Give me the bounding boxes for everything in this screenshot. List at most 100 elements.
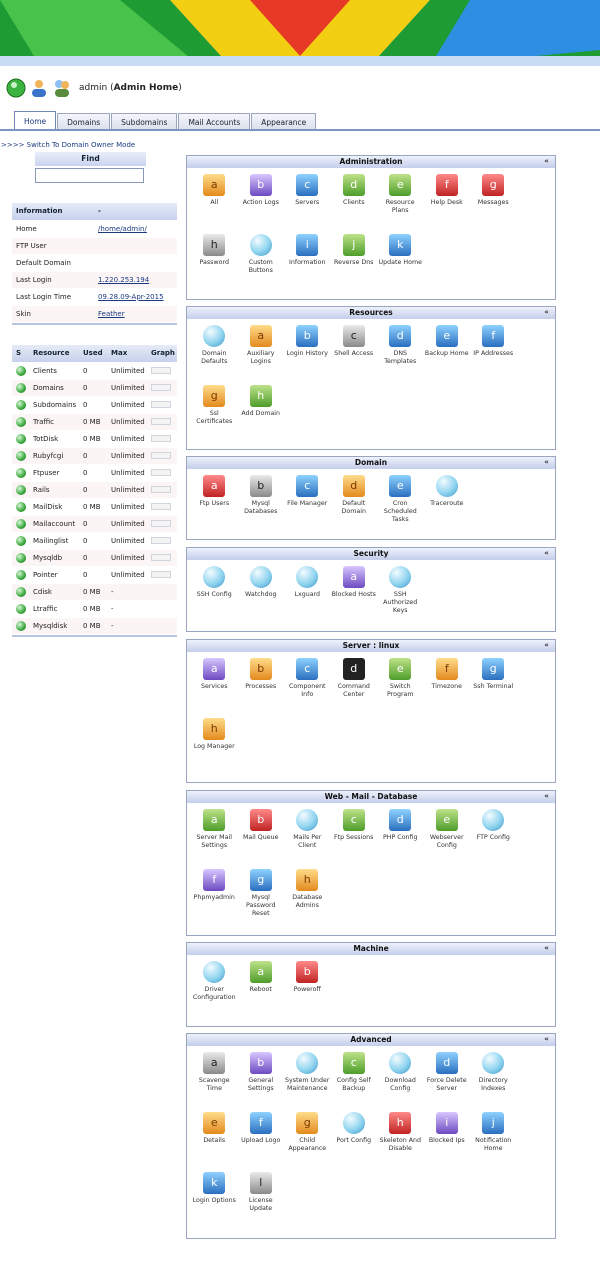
- info-value[interactable]: 09.28.09-Apr-2015: [94, 288, 177, 306]
- feature-services[interactable]: a Services: [191, 658, 238, 718]
- feature-clients[interactable]: d Clients: [331, 174, 378, 234]
- feature-all[interactable]: a All: [191, 174, 238, 234]
- feature-file-manager[interactable]: c File Manager: [284, 475, 331, 535]
- feature-ssh-terminal[interactable]: g Ssh Terminal: [470, 658, 517, 718]
- feature-help-desk[interactable]: f Help Desk: [424, 174, 471, 234]
- find-input[interactable]: [35, 168, 144, 183]
- feature-scavenge-time[interactable]: a Scavenge Time: [191, 1052, 238, 1112]
- switch-domain-owner-link[interactable]: >>>> Switch To Domain Owner Mode: [1, 141, 135, 149]
- feature-system-under-maintenance[interactable]: System Under Maintenance: [284, 1052, 331, 1112]
- feature-password[interactable]: h Password: [191, 234, 238, 294]
- feature-mails-per-client[interactable]: Mails Per Client: [284, 809, 331, 869]
- feature-backup-home[interactable]: e Backup Home: [424, 325, 471, 385]
- feature-driver-configuration[interactable]: Driver Configuration: [191, 961, 238, 1021]
- tab-home[interactable]: Home: [14, 111, 57, 131]
- collapse-icon[interactable]: «: [542, 1035, 551, 1044]
- skeleton-and-disable-icon: h: [389, 1112, 412, 1134]
- feature-blocked-hosts[interactable]: a Blocked Hosts: [331, 566, 378, 626]
- feature-cron-scheduled-tasks[interactable]: e Cron Scheduled Tasks: [377, 475, 424, 535]
- feature-update-home[interactable]: k Update Home: [377, 234, 424, 294]
- feature-notification-home[interactable]: j Notification Home: [470, 1112, 517, 1172]
- feature-server-mail-settings[interactable]: a Server Mail Settings: [191, 809, 238, 869]
- feature-action-logs[interactable]: b Action Logs: [238, 174, 285, 234]
- table-row: Pointer 0 Unlimited: [12, 566, 177, 584]
- feature-switch-program[interactable]: e Switch Program: [377, 658, 424, 718]
- feature-auxiliary-logins[interactable]: a Auxiliary Logins: [238, 325, 285, 385]
- upload-logo-icon: f: [249, 1112, 272, 1134]
- feature-php-config[interactable]: d PHP Config: [377, 809, 424, 869]
- feature-child-appearance[interactable]: g Child Appearance: [284, 1112, 331, 1172]
- resource-graph-cell: [147, 617, 177, 635]
- feature-dns-templates[interactable]: d DNS Templates: [377, 325, 424, 385]
- feature-ssh-config[interactable]: SSH Config: [191, 566, 238, 626]
- feature-messages[interactable]: g Messages: [470, 174, 517, 234]
- feature-ssh-authorized-keys[interactable]: SSH Authorized Keys: [377, 566, 424, 626]
- feature-webserver-config[interactable]: e Webserver Config: [424, 809, 471, 869]
- resource-name: TotDisk: [29, 430, 79, 448]
- feature-skeleton-and-disable[interactable]: h Skeleton And Disable: [377, 1112, 424, 1172]
- feature-component-info[interactable]: c Component Info: [284, 658, 331, 718]
- collapse-icon[interactable]: «: [542, 157, 551, 166]
- feature-ftp-sessions[interactable]: c Ftp Sessions: [331, 809, 378, 869]
- feature-config-self-backup[interactable]: c Config Self Backup: [331, 1052, 378, 1112]
- feature-command-center[interactable]: d Command Center: [331, 658, 378, 718]
- feature-license-update[interactable]: l License Update: [238, 1172, 285, 1232]
- feature-blocked-ips[interactable]: i Blocked Ips: [424, 1112, 471, 1172]
- system-under-maintenance-icon: [296, 1052, 319, 1074]
- feature-resource-plans[interactable]: e Resource Plans: [377, 174, 424, 234]
- ssh-config-icon: [203, 566, 226, 588]
- collapse-icon[interactable]: «: [542, 944, 551, 953]
- feature-add-domain[interactable]: h Add Domain: [238, 385, 285, 445]
- info-label: Default Domain: [12, 254, 94, 272]
- info-value[interactable]: 1.220.253.194: [94, 271, 177, 289]
- resource-name: MailDisk: [29, 498, 79, 516]
- feature-label: Database Admins: [292, 894, 323, 909]
- feature-processes[interactable]: b Processes: [238, 658, 285, 718]
- feature-reboot[interactable]: a Reboot: [238, 961, 285, 1021]
- feature-force-delete-server[interactable]: d Force Delete Server: [424, 1052, 471, 1112]
- feature-port-config[interactable]: Port Config: [331, 1112, 378, 1172]
- feature-default-domain[interactable]: d Default Domain: [331, 475, 378, 535]
- collapse-icon[interactable]: «: [542, 308, 551, 317]
- feature-custom-buttons[interactable]: Custom Buttons: [238, 234, 285, 294]
- feature-label: Resource Plans: [385, 199, 415, 214]
- feature-general-settings[interactable]: b General Settings: [238, 1052, 285, 1112]
- feature-watchdog[interactable]: Watchdog: [238, 566, 285, 626]
- feature-information[interactable]: i Information: [284, 234, 331, 294]
- feature-phpmyadmin[interactable]: f Phpmyadmin: [191, 869, 238, 929]
- feature-poweroff[interactable]: b Poweroff: [284, 961, 331, 1021]
- collapse-icon[interactable]: «: [542, 458, 551, 467]
- info-value[interactable]: /home/admin/: [94, 220, 177, 238]
- collapse-icon[interactable]: «: [542, 792, 551, 801]
- feature-upload-logo[interactable]: f Upload Logo: [238, 1112, 285, 1172]
- feature-traceroute[interactable]: Traceroute: [424, 475, 471, 535]
- feature-mysql-databases[interactable]: b Mysql Databases: [238, 475, 285, 535]
- feature-log-manager[interactable]: h Log Manager: [191, 718, 238, 778]
- feature-domain-defaults[interactable]: Domain Defaults: [191, 325, 238, 385]
- feature-ftp-config[interactable]: FTP Config: [470, 809, 517, 869]
- feature-ssl-certificates[interactable]: g Ssl Certificates: [191, 385, 238, 445]
- user-icon[interactable]: [29, 78, 49, 98]
- users-icon[interactable]: [52, 78, 72, 98]
- feature-mail-queue[interactable]: b Mail Queue: [238, 809, 285, 869]
- feature-ftp-users[interactable]: a Ftp Users: [191, 475, 238, 535]
- feature-shell-access[interactable]: c Shell Access: [331, 325, 378, 385]
- feature-details[interactable]: e Details: [191, 1112, 238, 1172]
- feature-mysql-password-reset[interactable]: g Mysql Password Reset: [238, 869, 285, 929]
- feature-login-history[interactable]: b Login History: [284, 325, 331, 385]
- feature-label: Mysql Databases: [244, 500, 278, 515]
- feature-reverse-dns[interactable]: j Reverse Dns: [331, 234, 378, 294]
- feature-servers[interactable]: c Servers: [284, 174, 331, 234]
- info-value[interactable]: Feather: [94, 305, 177, 323]
- collapse-icon[interactable]: «: [542, 641, 551, 650]
- feature-timezone[interactable]: f Timezone: [424, 658, 471, 718]
- feature-label: Port Config: [336, 1137, 372, 1144]
- feature-label: Watchdog: [245, 591, 277, 598]
- collapse-icon[interactable]: «: [542, 549, 551, 558]
- feature-database-admins[interactable]: h Database Admins: [284, 869, 331, 929]
- feature-download-config[interactable]: Download Config: [377, 1052, 424, 1112]
- feature-login-options[interactable]: k Login Options: [191, 1172, 238, 1232]
- feature-lxguard[interactable]: Lxguard: [284, 566, 331, 626]
- feature-ip-addresses[interactable]: f IP Addresses: [470, 325, 517, 385]
- feature-directory-indexes[interactable]: Directory Indexes: [470, 1052, 517, 1112]
